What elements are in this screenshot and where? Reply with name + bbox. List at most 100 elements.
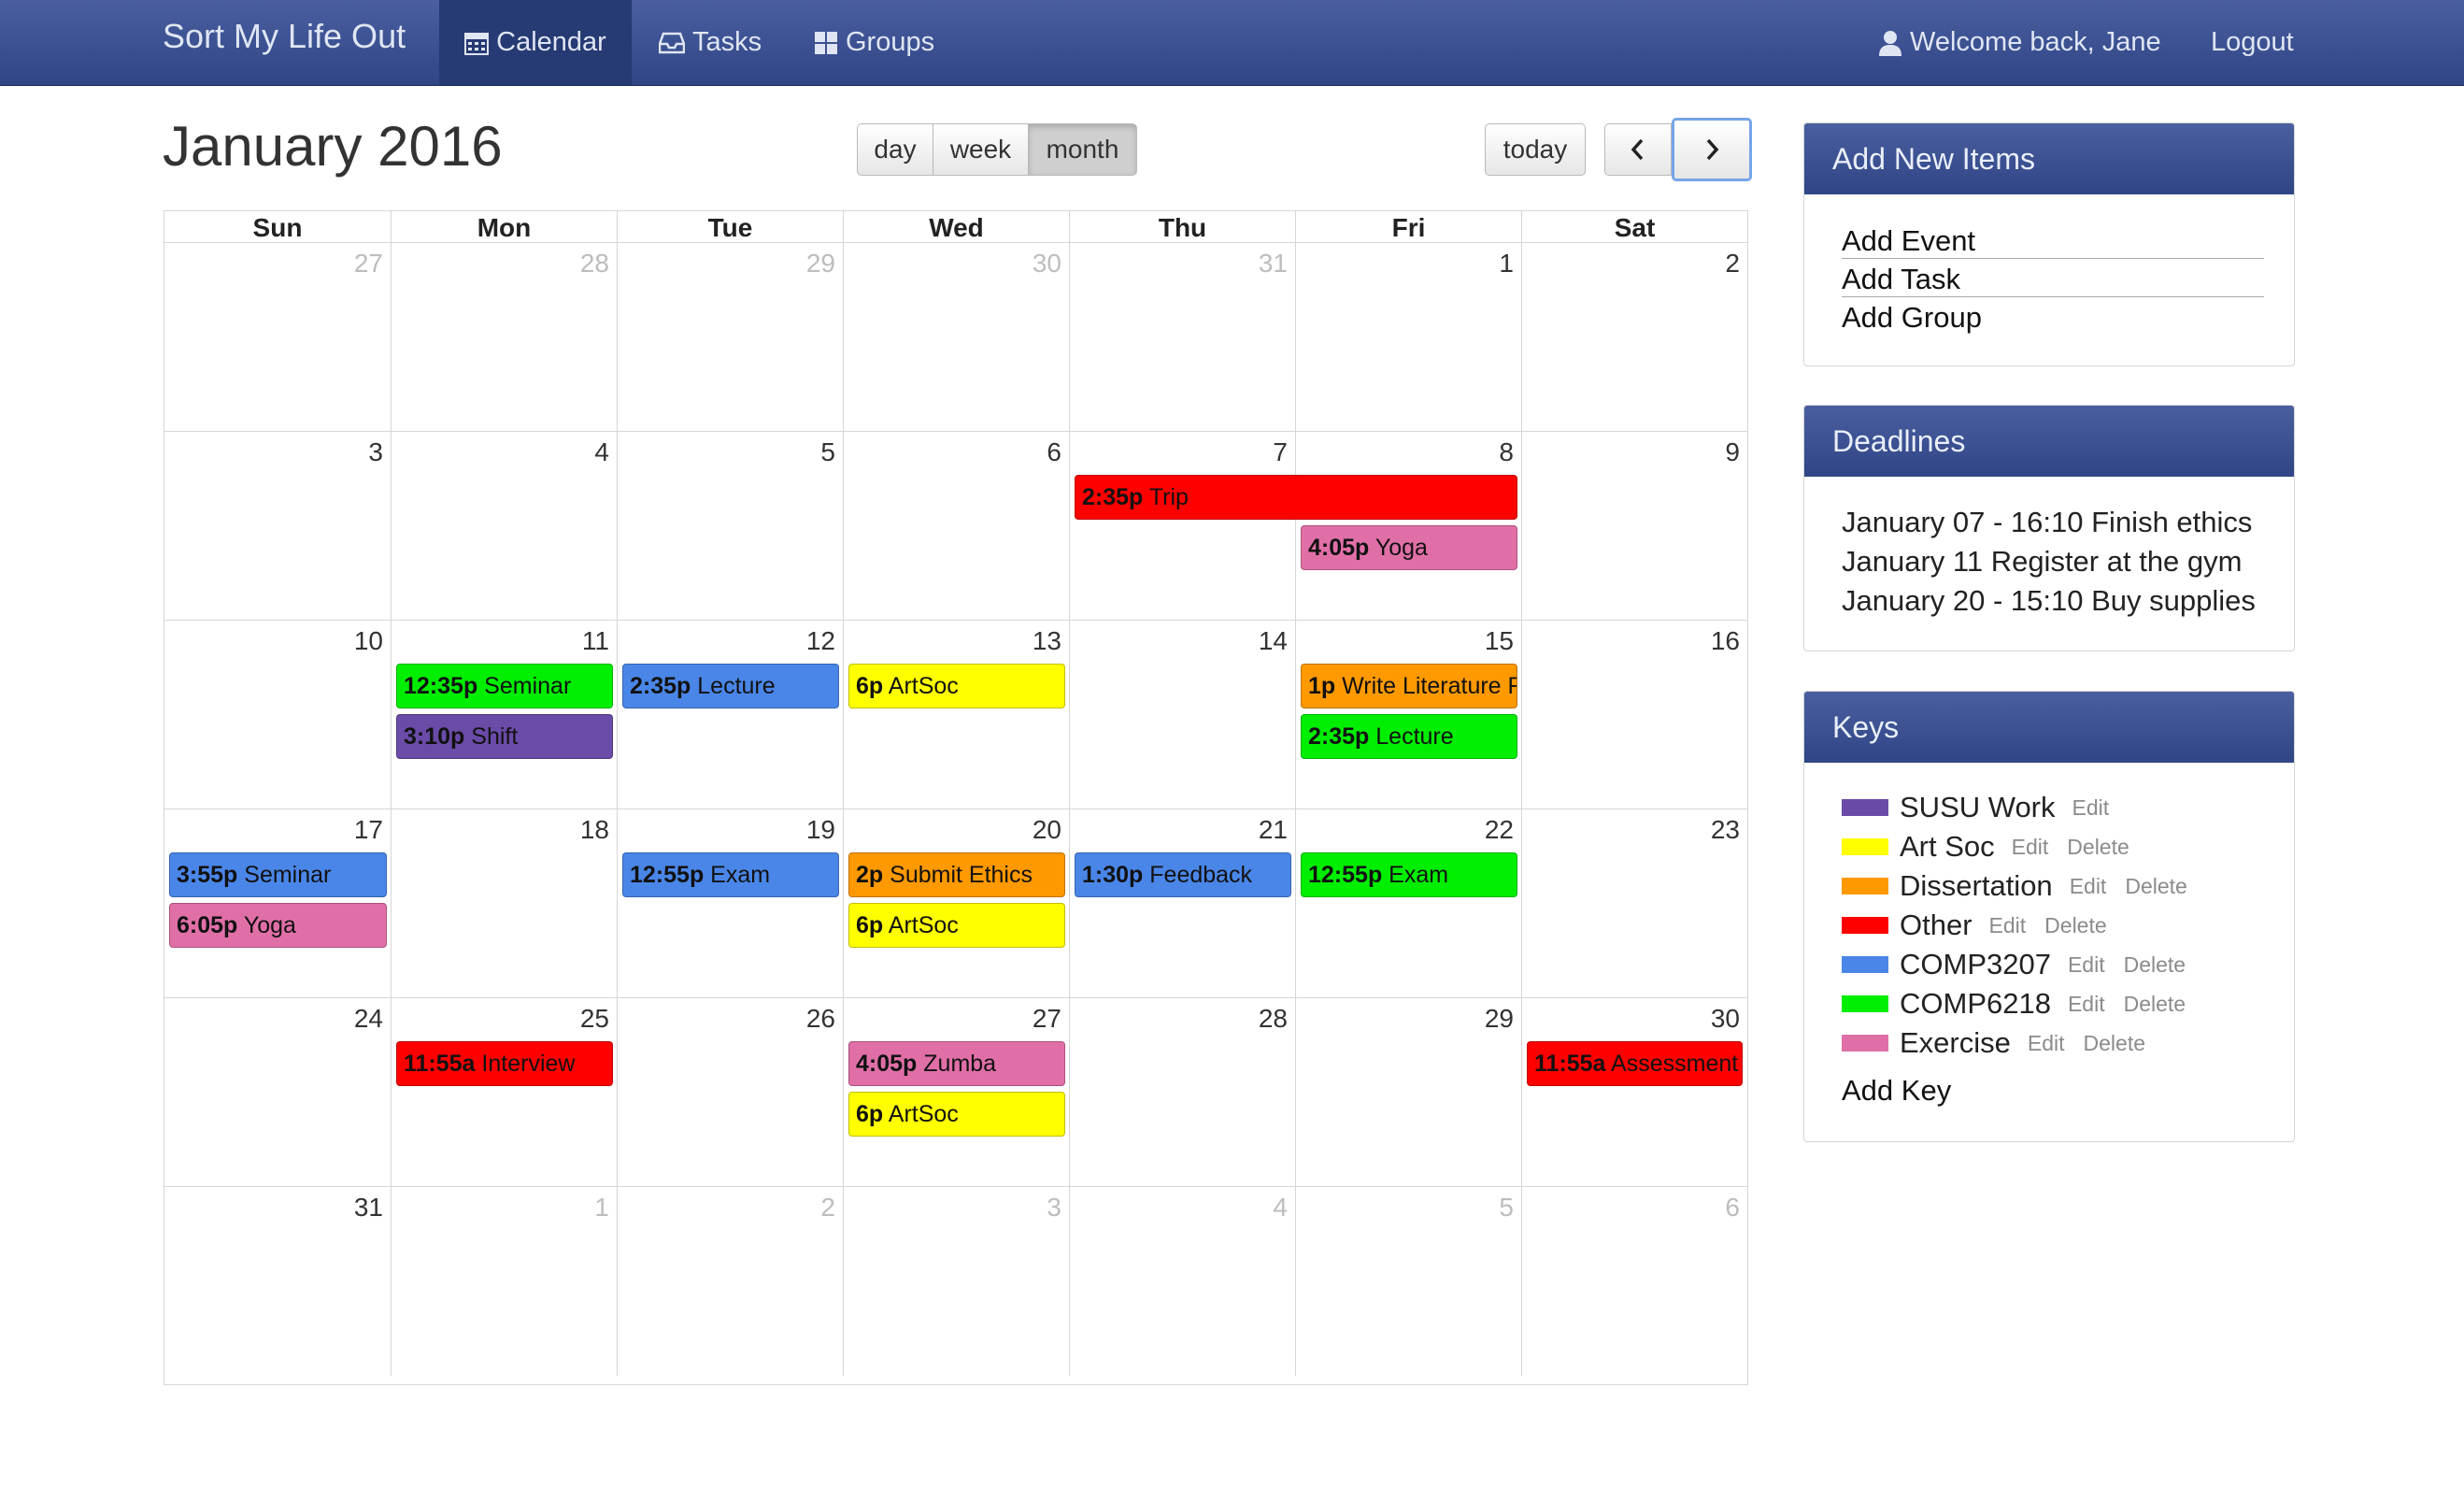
brand-logo[interactable]: Sort My Life Out bbox=[163, 17, 406, 56]
day-cell[interactable]: 10 bbox=[164, 621, 392, 809]
calendar-event[interactable]: 12:55p Exam bbox=[622, 852, 839, 897]
event-time: 4:05p bbox=[1308, 535, 1370, 561]
calendar-event[interactable]: 6p ArtSoc bbox=[848, 1092, 1065, 1137]
nav-calendar[interactable]: Calendar bbox=[439, 0, 632, 85]
day-cell[interactable]: 24 bbox=[164, 998, 392, 1187]
calendar-event[interactable]: 11:55a Interview bbox=[396, 1041, 613, 1086]
nav-tasks[interactable]: Tasks bbox=[659, 0, 762, 85]
calendar-event[interactable]: 4:05p Yoga bbox=[1301, 525, 1517, 570]
key-edit-link[interactable]: Edit bbox=[2070, 874, 2107, 899]
day-cell[interactable]: 31 bbox=[1070, 243, 1296, 432]
day-cell[interactable]: 2 bbox=[1522, 243, 1747, 432]
calendar-event[interactable]: 12:35p Seminar bbox=[396, 664, 613, 708]
calendar-event[interactable]: 2:35p Lecture bbox=[1301, 714, 1517, 759]
day-cell[interactable]: 5 bbox=[1296, 1187, 1522, 1376]
view-day-button[interactable]: day bbox=[857, 123, 933, 176]
key-delete-link[interactable]: Delete bbox=[2124, 952, 2186, 978]
day-number: 2 bbox=[820, 1193, 835, 1222]
day-cell[interactable]: 18 bbox=[392, 809, 618, 998]
day-cell[interactable]: 6 bbox=[844, 432, 1070, 621]
calendar-event[interactable]: 6p ArtSoc bbox=[848, 903, 1065, 948]
calendar-event[interactable]: 1p Write Literature Review bbox=[1301, 664, 1517, 708]
calendar-event[interactable]: 6p ArtSoc bbox=[848, 664, 1065, 708]
day-cell[interactable]: 28 bbox=[392, 243, 618, 432]
calendar-event[interactable]: 11:55a Assessment bbox=[1527, 1041, 1743, 1086]
day-cell[interactable]: 9 bbox=[1522, 432, 1747, 621]
next-button[interactable] bbox=[1672, 118, 1752, 181]
day-cell[interactable]: 29 bbox=[1296, 998, 1522, 1187]
calendar-event[interactable]: 12:55p Exam bbox=[1301, 852, 1517, 897]
welcome-user[interactable]: Welcome back, Jane bbox=[1878, 0, 2161, 85]
key-edit-link[interactable]: Edit bbox=[2012, 835, 2049, 860]
day-cell[interactable]: 4 bbox=[1070, 1187, 1296, 1376]
key-color-swatch bbox=[1842, 1035, 1888, 1052]
key-edit-link[interactable]: Edit bbox=[2072, 795, 2110, 821]
key-edit-link[interactable]: Edit bbox=[1989, 913, 2027, 938]
key-edit-link[interactable]: Edit bbox=[2028, 1031, 2065, 1056]
day-cell[interactable]: 16 bbox=[1522, 621, 1747, 809]
month-calendar-grid: Sun Mon Tue Wed Thu Fri Sat 27 28 29 30 31 1 2 3 4 5 6 7 8 9… bbox=[164, 210, 1748, 1385]
day-cell[interactable]: 21 bbox=[1070, 809, 1296, 998]
key-name: COMP6218 bbox=[1900, 987, 2051, 1020]
day-cell[interactable]: 12 bbox=[618, 621, 844, 809]
key-delete-link[interactable]: Delete bbox=[2084, 1031, 2145, 1056]
calendar-event[interactable]: 3:10p Shift bbox=[396, 714, 613, 759]
day-cell[interactable]: 13 bbox=[844, 621, 1070, 809]
key-delete-link[interactable]: Delete bbox=[2044, 913, 2106, 938]
top-navbar: Sort My Life Out Calendar Tasks Groups W… bbox=[0, 0, 2464, 86]
today-button[interactable]: today bbox=[1485, 123, 1586, 176]
day-cell[interactable]: 3 bbox=[164, 432, 392, 621]
day-number: 9 bbox=[1725, 437, 1740, 466]
calendar-event[interactable]: 2p Submit Ethics bbox=[848, 852, 1065, 897]
add-key-link[interactable]: Add Key bbox=[1842, 1074, 2294, 1108]
key-edit-link[interactable]: Edit bbox=[2068, 992, 2105, 1017]
add-task-link[interactable]: Add Task bbox=[1842, 259, 2264, 297]
deadlines-panel: Deadlines January 07 - 16:10 Finish ethi… bbox=[1803, 405, 2295, 651]
calendar-event[interactable]: 2:35p Lecture bbox=[622, 664, 839, 708]
chevron-right-icon bbox=[1706, 138, 1719, 161]
day-cell[interactable]: 27 bbox=[164, 243, 392, 432]
day-cell[interactable]: 6 bbox=[1522, 1187, 1747, 1376]
key-edit-link[interactable]: Edit bbox=[2068, 952, 2105, 978]
day-cell[interactable]: 29 bbox=[618, 243, 844, 432]
calendar-event[interactable]: 2:35p Trip bbox=[1075, 475, 1517, 520]
nav-groups[interactable]: Groups bbox=[814, 0, 934, 85]
calendar-event[interactable]: 1:30p Feedback bbox=[1075, 852, 1291, 897]
keys-panel: Keys SUSU Work Edit Art Soc Edit Delete Disse… bbox=[1803, 691, 2295, 1142]
day-cell[interactable]: 4 bbox=[392, 432, 618, 621]
prev-button[interactable] bbox=[1604, 123, 1672, 176]
day-cell[interactable]: 30 bbox=[1522, 998, 1747, 1187]
day-number: 30 bbox=[1710, 1004, 1740, 1033]
day-cell[interactable]: 7 bbox=[1070, 432, 1296, 621]
day-cell[interactable]: 26 bbox=[618, 998, 844, 1187]
add-event-link[interactable]: Add Event bbox=[1842, 221, 2264, 259]
day-cell[interactable]: 28 bbox=[1070, 998, 1296, 1187]
day-cell[interactable]: 23 bbox=[1522, 809, 1747, 998]
key-color-swatch bbox=[1842, 956, 1888, 973]
day-cell[interactable]: 14 bbox=[1070, 621, 1296, 809]
day-cell[interactable]: 1 bbox=[392, 1187, 618, 1376]
day-cell[interactable]: 19 bbox=[618, 809, 844, 998]
key-color-swatch bbox=[1842, 799, 1888, 816]
day-cell[interactable]: 30 bbox=[844, 243, 1070, 432]
calendar-event[interactable]: 6:05p Yoga bbox=[169, 903, 387, 948]
day-cell[interactable]: 31 bbox=[164, 1187, 392, 1376]
day-cell[interactable]: 25 bbox=[392, 998, 618, 1187]
day-cell[interactable]: 5 bbox=[618, 432, 844, 621]
calendar-event[interactable]: 3:55p Seminar bbox=[169, 852, 387, 897]
nav-calendar-label: Calendar bbox=[496, 27, 606, 57]
today-group: today bbox=[1485, 123, 1586, 176]
day-number: 14 bbox=[1258, 626, 1288, 655]
key-delete-link[interactable]: Delete bbox=[2124, 992, 2186, 1017]
day-cell[interactable]: 1 bbox=[1296, 243, 1522, 432]
view-week-button[interactable]: week bbox=[933, 123, 1029, 176]
view-month-button[interactable]: month bbox=[1029, 123, 1137, 176]
key-delete-link[interactable]: Delete bbox=[2125, 874, 2186, 899]
add-group-link[interactable]: Add Group bbox=[1842, 297, 2294, 335]
day-cell[interactable]: 22 bbox=[1296, 809, 1522, 998]
logout-link[interactable]: Logout bbox=[2211, 0, 2294, 85]
key-delete-link[interactable]: Delete bbox=[2067, 835, 2129, 860]
day-cell[interactable]: 2 bbox=[618, 1187, 844, 1376]
day-cell[interactable]: 3 bbox=[844, 1187, 1070, 1376]
calendar-event[interactable]: 4:05p Zumba bbox=[848, 1041, 1065, 1086]
